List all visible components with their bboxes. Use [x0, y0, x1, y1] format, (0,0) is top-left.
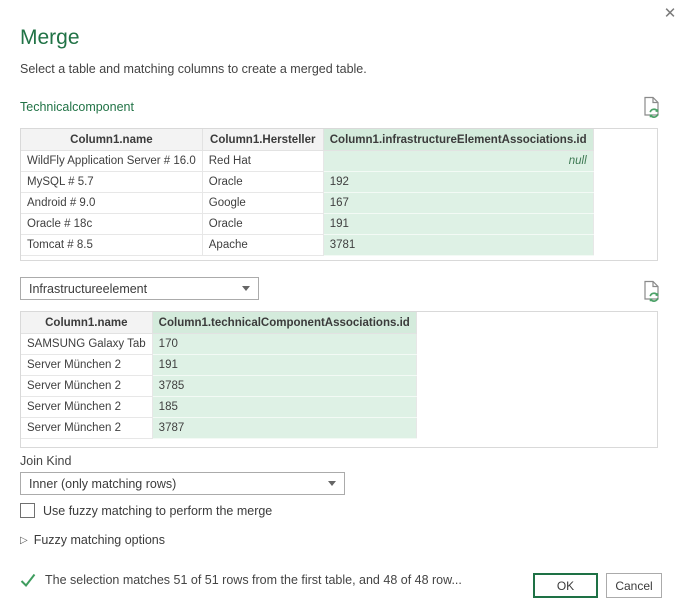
join-kind-value: Inner (only matching rows) [29, 477, 176, 491]
status-message: The selection matches 51 of 51 rows from… [45, 573, 462, 587]
table-cell[interactable]: Oracle # 18c [21, 214, 203, 235]
table-cell[interactable]: Server München 2 [21, 376, 153, 397]
table-cell[interactable]: Oracle [202, 172, 323, 193]
table-cell[interactable]: Android # 9.0 [21, 193, 203, 214]
column-header[interactable]: Column1.infrastructureElementAssociation… [323, 129, 593, 151]
table2-preview-panel: Column1.nameColumn1.technicalComponentAs… [20, 311, 658, 448]
column-header[interactable]: Column1.name [21, 129, 203, 151]
table-cell[interactable]: 3787 [152, 418, 416, 439]
table-row: Server München 2191 [21, 355, 417, 376]
table-row: Oracle # 18cOracle191 [21, 214, 594, 235]
table-cell[interactable]: Red Hat [202, 151, 323, 172]
table-cell[interactable]: 167 [323, 193, 593, 214]
fuzzy-matching-label: Use fuzzy matching to perform the merge [43, 504, 272, 518]
table-cell[interactable]: 185 [152, 397, 416, 418]
table1-header-row: Column1.nameColumn1.HerstellerColumn1.in… [21, 129, 594, 151]
table-cell[interactable]: 192 [323, 172, 593, 193]
table2: Column1.nameColumn1.technicalComponentAs… [20, 311, 417, 439]
ok-button[interactable]: OK [533, 573, 598, 598]
table1: Column1.nameColumn1.HerstellerColumn1.in… [20, 128, 594, 256]
table-row: Server München 23785 [21, 376, 417, 397]
table-cell[interactable]: MySQL # 5.7 [21, 172, 203, 193]
table1-label: Technicalcomponent [20, 100, 134, 114]
table2-selector-dropdown[interactable]: Infrastructureelement [20, 277, 259, 300]
table-cell[interactable]: Oracle [202, 214, 323, 235]
table-row: SAMSUNG Galaxy Tab170 [21, 334, 417, 355]
fuzzy-options-expander[interactable]: ▷ Fuzzy matching options [20, 533, 165, 547]
table-row: Android # 9.0Google167 [21, 193, 594, 214]
table-cell[interactable]: Apache [202, 235, 323, 256]
merge-dialog: { "dialog": { "title": "Merge", "subtitl… [0, 0, 688, 615]
table-cell[interactable]: 191 [323, 214, 593, 235]
refresh-preview-icon[interactable] [642, 96, 662, 120]
table2-selector-value: Infrastructureelement [29, 282, 147, 296]
expander-triangle-icon: ▷ [20, 535, 28, 546]
table-cell[interactable]: Tomcat # 8.5 [21, 235, 203, 256]
column-header[interactable]: Column1.name [21, 312, 153, 334]
fuzzy-matching-checkbox[interactable] [20, 503, 35, 518]
column-header[interactable]: Column1.Hersteller [202, 129, 323, 151]
table-row: Tomcat # 8.5Apache3781 [21, 235, 594, 256]
fuzzy-matching-row: Use fuzzy matching to perform the merge [20, 503, 272, 518]
document-refresh-icon [642, 96, 662, 120]
table-cell[interactable]: Server München 2 [21, 418, 153, 439]
document-refresh-icon [642, 280, 662, 304]
dialog-subtitle: Select a table and matching columns to c… [20, 62, 367, 76]
table-row: WildFly Application Server # 16.0Red Hat… [21, 151, 594, 172]
table2-header-row: Column1.nameColumn1.technicalComponentAs… [21, 312, 417, 334]
table-row: MySQL # 5.7Oracle192 [21, 172, 594, 193]
table-row: Server München 23787 [21, 418, 417, 439]
table-cell[interactable]: Server München 2 [21, 355, 153, 376]
table-cell[interactable]: 191 [152, 355, 416, 376]
table-cell[interactable]: null [323, 151, 593, 172]
chevron-down-icon [242, 286, 250, 291]
table1-preview-panel: Column1.nameColumn1.HerstellerColumn1.in… [20, 128, 658, 261]
chevron-down-icon [328, 481, 336, 486]
table-cell[interactable]: Google [202, 193, 323, 214]
table-cell[interactable]: SAMSUNG Galaxy Tab [21, 334, 153, 355]
success-check-icon [20, 572, 36, 588]
cancel-button[interactable]: Cancel [606, 573, 662, 598]
table-row: Server München 2185 [21, 397, 417, 418]
table-cell[interactable]: WildFly Application Server # 16.0 [21, 151, 203, 172]
join-kind-label: Join Kind [20, 454, 71, 468]
close-icon[interactable]: ✕ [660, 4, 680, 24]
refresh-preview-icon[interactable] [642, 280, 662, 304]
table-cell[interactable]: 3781 [323, 235, 593, 256]
join-kind-select[interactable]: Inner (only matching rows) [20, 472, 345, 495]
table-cell[interactable]: Server München 2 [21, 397, 153, 418]
table-cell[interactable]: 170 [152, 334, 416, 355]
page-title: Merge [20, 26, 80, 50]
table-cell[interactable]: 3785 [152, 376, 416, 397]
fuzzy-options-label: Fuzzy matching options [34, 533, 165, 547]
status-row: The selection matches 51 of 51 rows from… [20, 572, 462, 588]
column-header[interactable]: Column1.technicalComponentAssociations.i… [152, 312, 416, 334]
